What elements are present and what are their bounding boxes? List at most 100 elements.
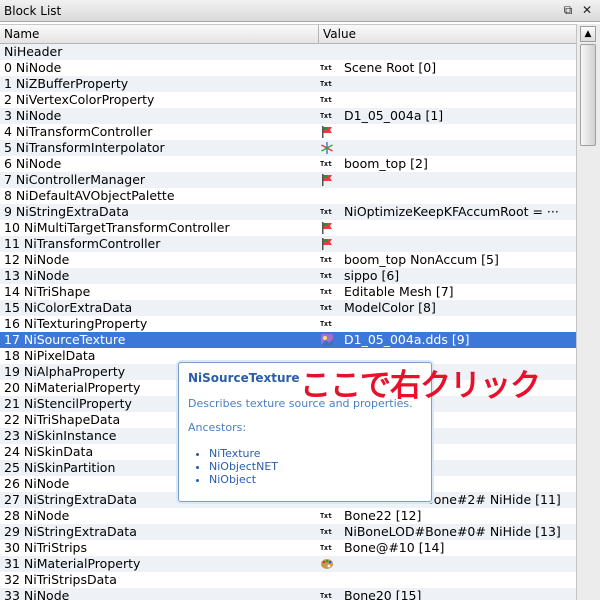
scroll-up-arrow-icon[interactable]: ▲: [580, 26, 596, 42]
row-name: 13 NiNode: [4, 268, 70, 283]
flag-icon: [320, 125, 336, 139]
list-row[interactable]: 30 NiTriStrips Txt Bone@#10 [14]: [0, 540, 576, 556]
list-row[interactable]: 6 NiNode Txt boom_top [2]: [0, 156, 576, 172]
palette-icon: [320, 557, 336, 571]
row-name: 22 NiTriShapeData: [4, 412, 121, 427]
row-name: 20 NiMaterialProperty: [4, 380, 141, 395]
list-row[interactable]: 7 NiControllerManager: [0, 172, 576, 188]
row-name: 31 NiMaterialProperty: [4, 556, 141, 571]
text-icon: Txt: [320, 272, 332, 280]
text-icon: Txt: [320, 544, 332, 552]
row-name: 9 NiStringExtraData: [4, 204, 129, 219]
row-name: 25 NiSkinPartition: [4, 460, 116, 475]
list-row[interactable]: 15 NiColorExtraData Txt ModelColor [8]: [0, 300, 576, 316]
list-row[interactable]: 11 NiTransformController: [0, 236, 576, 252]
list-row[interactable]: 13 NiNode Txt sippo [6]: [0, 268, 576, 284]
title-bar: Block List ⧉ ✕: [0, 0, 600, 22]
list-row[interactable]: 29 NiStringExtraData Txt NiBoneLOD#Bone#0#…: [0, 524, 576, 540]
list-row[interactable]: 9 NiStringExtraData Txt NiOptimizeKeepKFAc…: [0, 204, 576, 220]
row-value: boom_top NonAccum [5]: [344, 252, 499, 267]
row-name: 4 NiTransformController: [4, 124, 153, 139]
row-name: 5 NiTransformInterpolator: [4, 140, 165, 155]
row-name: NiHeader: [4, 44, 63, 59]
row-name: 8 NiDefaultAVObjectPalette: [4, 188, 175, 203]
text-icon: Txt: [320, 320, 332, 328]
row-value: NiOptimizeKeepKFAccumRoot = ···: [344, 204, 559, 219]
flag-icon: [320, 237, 336, 251]
list-row[interactable]: 10 NiMultiTargetTransformController: [0, 220, 576, 236]
row-name: 18 NiPixelData: [4, 348, 96, 363]
list-row[interactable]: 14 NiTriShape Txt Editable Mesh [7]: [0, 284, 576, 300]
text-icon: Txt: [320, 288, 332, 296]
row-name: 14 NiTriShape: [4, 284, 91, 299]
float-window-icon[interactable]: ⧉: [561, 3, 575, 17]
text-icon: Txt: [320, 512, 332, 520]
column-header-name[interactable]: Name: [4, 27, 39, 41]
text-icon: Txt: [320, 208, 332, 216]
tooltip-ancestor: NiTexture: [209, 447, 278, 460]
texture-icon: [320, 333, 336, 347]
list-row[interactable]: 28 NiNode Txt Bone22 [12]: [0, 508, 576, 524]
text-icon: Txt: [320, 256, 332, 264]
row-value: Editable Mesh [7]: [344, 284, 454, 299]
list-row[interactable]: 16 NiTexturingProperty Txt: [0, 316, 576, 332]
tooltip-title: NiSourceTexture: [188, 371, 300, 385]
row-name: 6 NiNode: [4, 156, 62, 171]
list-row[interactable]: NiHeader: [0, 44, 576, 60]
list-row[interactable]: 4 NiTransformController: [0, 124, 576, 140]
column-header-value[interactable]: Value: [323, 27, 356, 41]
row-name: 3 NiNode: [4, 108, 62, 123]
row-name: 30 NiTriStrips: [4, 540, 88, 555]
row-name: 2 NiVertexColorProperty: [4, 92, 155, 107]
column-header: Name Value: [0, 24, 576, 44]
row-value: Scene Root [0]: [344, 60, 437, 75]
row-name: 33 NiNode: [4, 588, 70, 600]
vertical-scrollbar[interactable]: ▲: [576, 24, 600, 600]
flag-icon: [320, 173, 336, 187]
list-row[interactable]: 31 NiMaterialProperty: [0, 556, 576, 572]
row-value: D1_05_004a [1]: [344, 108, 444, 123]
row-name: 28 NiNode: [4, 508, 70, 523]
text-icon: Txt: [320, 96, 332, 104]
list-row[interactable]: 12 NiNode Txt boom_top NonAccum [5]: [0, 252, 576, 268]
list-row[interactable]: 1 NiZBufferProperty Txt: [0, 76, 576, 92]
row-name: 0 NiNode: [4, 60, 62, 75]
row-name: 29 NiStringExtraData: [4, 524, 137, 539]
flag-icon: [320, 221, 336, 235]
list-row[interactable]: 32 NiTriStripsData: [0, 572, 576, 588]
row-name: 7 NiControllerManager: [4, 172, 146, 187]
tooltip-ancestors-label: Ancestors:: [188, 421, 247, 434]
row-name: 19 NiAlphaProperty: [4, 364, 126, 379]
annotation-text: ここで右クリック: [300, 368, 541, 404]
row-name: 16 NiTexturingProperty: [4, 316, 148, 331]
list-row[interactable]: 5 NiTransformInterpolator: [0, 140, 576, 156]
text-icon: Txt: [320, 64, 332, 72]
row-name: 11 NiTransformController: [4, 236, 161, 251]
row-value: Bone@#10 [14]: [344, 540, 445, 555]
list-row[interactable]: 3 NiNode Txt D1_05_004a [1]: [0, 108, 576, 124]
column-separator[interactable]: [318, 25, 319, 44]
text-icon: Txt: [320, 160, 332, 168]
row-name: 24 NiSkinData: [4, 444, 94, 459]
row-value: Bone22 [12]: [344, 508, 422, 523]
block-list: NiHeader 0 NiNode Txt Scene Root [0] 1 NiZBu…: [0, 44, 576, 600]
close-icon[interactable]: ✕: [580, 3, 594, 17]
list-row[interactable]: 17 NiSourceTexture D1_05_004a.dds [9]: [0, 332, 576, 348]
row-name: 10 NiMultiTargetTransformController: [4, 220, 230, 235]
list-row[interactable]: 0 NiNode Txt Scene Root [0]: [0, 60, 576, 76]
list-row[interactable]: 8 NiDefaultAVObjectPalette: [0, 188, 576, 204]
row-value: D1_05_004a.dds [9]: [344, 332, 470, 347]
list-row[interactable]: 2 NiVertexColorProperty Txt: [0, 92, 576, 108]
row-name: 12 NiNode: [4, 252, 70, 267]
list-row[interactable]: 33 NiNode Txt Bone20 [15]: [0, 588, 576, 600]
row-value: boom_top [2]: [344, 156, 428, 171]
star-icon: [320, 141, 336, 155]
row-name: 17 NiSourceTexture: [4, 332, 126, 347]
row-value: ModelColor [8]: [344, 300, 436, 315]
row-name: 32 NiTriStripsData: [4, 572, 117, 587]
tooltip-ancestor: NiObject: [209, 473, 278, 486]
scrollbar-thumb[interactable]: [580, 44, 596, 146]
text-icon: Txt: [320, 528, 332, 536]
row-value: Bone20 [15]: [344, 588, 422, 600]
row-name: 23 NiSkinInstance: [4, 428, 117, 443]
